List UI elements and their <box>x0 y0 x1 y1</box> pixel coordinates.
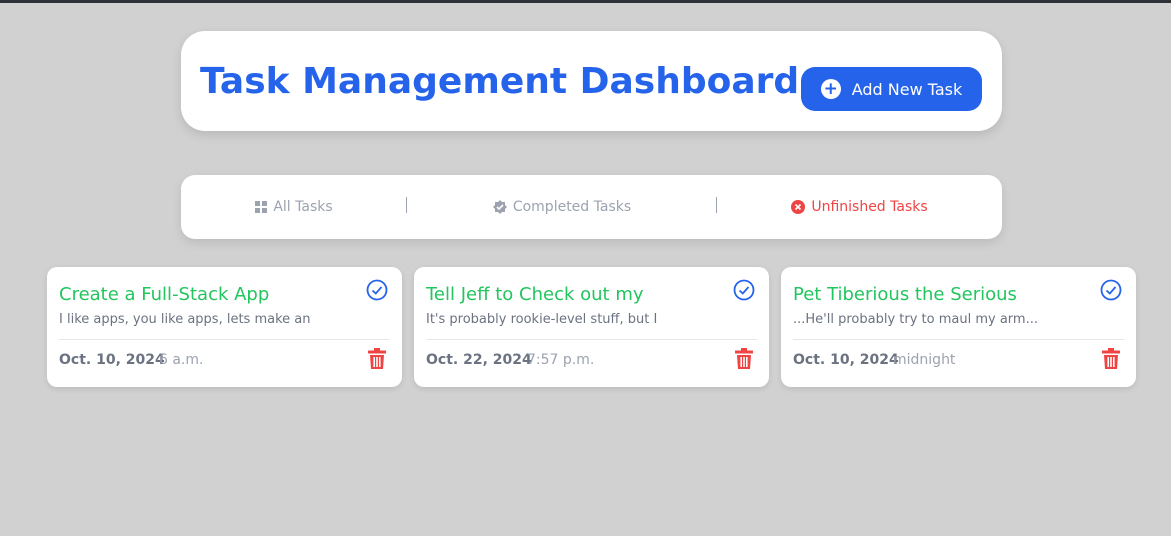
check-badge-icon <box>492 200 507 214</box>
card-divider <box>59 339 390 340</box>
grid-icon <box>255 201 268 213</box>
task-card: Create a Full-Stack App I like apps, you… <box>47 267 402 387</box>
window-top-border <box>0 0 1171 3</box>
page-title: Task Management Dashboard <box>200 61 800 102</box>
tab-completed-tasks[interactable]: Completed Tasks <box>407 175 717 239</box>
trash-icon[interactable] <box>735 348 753 369</box>
check-circle-icon[interactable] <box>733 279 755 301</box>
x-circle-icon <box>791 200 806 214</box>
trash-icon[interactable] <box>1102 348 1120 369</box>
task-title: Tell Jeff to Check out my <box>426 284 644 305</box>
trash-icon[interactable] <box>368 348 386 369</box>
task-title: Create a Full-Stack App <box>59 284 270 305</box>
tab-all-tasks-label: All Tasks <box>273 199 333 215</box>
task-time: 7:57 p.m. <box>527 352 595 368</box>
task-description: I like apps, you like apps, lets make an <box>59 312 311 327</box>
task-description: ...He'll probably try to maul my arm... <box>793 312 1038 327</box>
task-card: Tell Jeff to Check out my It's probably … <box>414 267 769 387</box>
tab-completed-tasks-label: Completed Tasks <box>512 199 632 215</box>
add-new-task-label: Add New Task <box>851 79 963 99</box>
tab-unfinished-tasks[interactable]: Unfinished Tasks <box>717 175 1002 239</box>
tab-all-tasks[interactable]: All Tasks <box>181 175 407 239</box>
task-time: 6 a.m. <box>159 352 204 368</box>
add-new-task-button[interactable]: + Add New Task <box>801 67 982 111</box>
task-date: Oct. 10, 2024 <box>59 352 165 368</box>
card-divider <box>793 339 1124 340</box>
filter-bar: All Tasks Completed Tasks Unfinished Tas… <box>181 175 1002 239</box>
check-circle-icon[interactable] <box>366 279 388 301</box>
task-title: Pet Tiberious the Serious <box>793 284 1017 305</box>
header-card: Task Management Dashboard + Add New Task <box>181 31 1002 131</box>
card-divider <box>426 339 757 340</box>
task-description: It's probably rookie-level stuff, but I <box>426 312 658 327</box>
task-time: midnight <box>893 352 956 368</box>
check-circle-icon[interactable] <box>1100 279 1122 301</box>
task-date: Oct. 10, 2024 <box>793 352 899 368</box>
task-date: Oct. 22, 2024 <box>426 352 532 368</box>
task-card: Pet Tiberious the Serious ...He'll proba… <box>781 267 1136 387</box>
tab-unfinished-tasks-label: Unfinished Tasks <box>811 199 928 215</box>
plus-circle-icon: + <box>820 79 841 99</box>
